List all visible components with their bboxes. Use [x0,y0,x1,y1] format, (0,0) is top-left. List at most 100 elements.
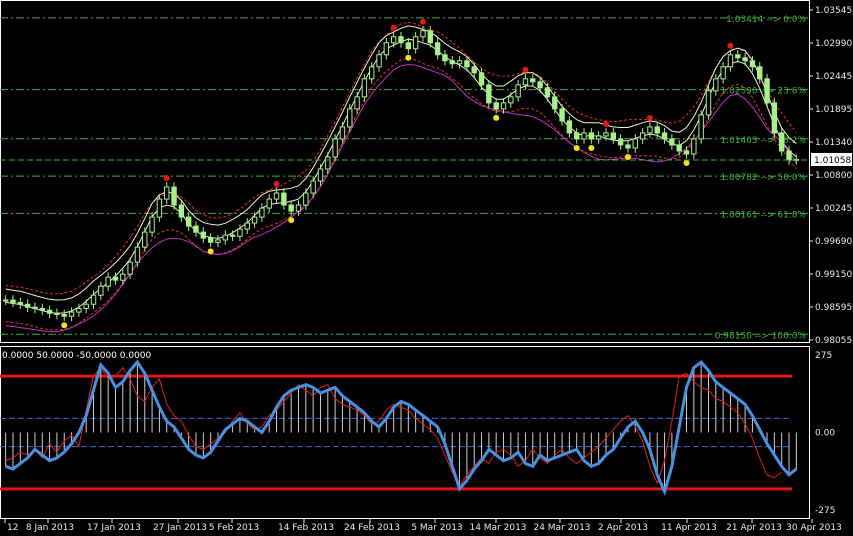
candle-body [369,66,375,80]
candle-body [54,312,60,315]
candle-body [149,216,155,233]
buy-signal-dot [207,248,214,255]
candle-body [325,156,331,170]
price-tick-label: 0.98595 [815,303,852,313]
sell-signal-dot [646,114,653,121]
buy-signal-dot [588,144,595,151]
candle-body [478,72,485,86]
time-tick-label: 5 Feb 2013 [209,523,259,533]
candle-body [98,285,104,296]
buy-signal-dot [624,153,631,160]
candle-body [200,231,207,239]
candle-body [500,102,507,110]
buy-signal-dot [683,159,690,166]
sell-signal-dot [163,175,170,182]
sell-signal-dot [390,24,397,31]
candle-body [46,309,53,314]
sell-signal-dot [727,42,734,49]
candle-body [273,192,280,200]
fib-level-label: 1.00782 --> 50.0% [720,173,806,183]
candle-body [405,42,412,50]
candle-body [244,222,250,230]
candle-body [683,150,690,155]
indicator-panel-frame [0,346,810,519]
candle-body [295,204,302,212]
buy-signal-dot [61,322,68,329]
candle-body [574,132,580,140]
indicator-axis: 275 0.00 -275 [815,351,835,516]
lower-envelope-line [5,57,797,331]
candle-body [90,294,97,305]
candle-body [193,225,199,233]
sell-signal-dot [522,66,529,73]
time-tick-label: 5 Mar 2013 [411,523,462,533]
candle-body [691,138,697,155]
candle-body [771,102,778,134]
candle-body [705,90,712,116]
candle-body [76,307,82,313]
candle-body [464,60,470,68]
candle-body [259,207,265,218]
buy-signal-dot [493,114,500,121]
candle-body [178,204,185,218]
candle-body [647,126,653,134]
price-tick-label: 1.00800 [815,171,852,181]
chart-canvas: 1.03414 --> 0.0%1.02590 --> 23.6%1.01403… [0,0,852,533]
candle-body [588,132,595,140]
time-tick-label: 8 Jan 2013 [26,523,74,533]
candle-body [376,54,382,68]
candle-body [720,66,726,80]
candle-body [595,135,602,140]
fib-level-label: 1.03414 --> 0.0% [726,15,806,25]
current-price-label: 1.01058 [814,156,851,166]
time-tick-label: 11 Apr 2013 [661,523,717,533]
candlesticks [2,25,800,322]
candle-body [229,234,236,237]
price-tick-label: 1.00245 [815,204,852,214]
candle-body [544,87,551,98]
candle-body [127,261,133,275]
lower-band-line [5,63,797,333]
candle-body [698,114,704,140]
candle-body [354,96,360,110]
price-tick-label: 1.02990 [815,39,852,49]
candle-body [112,276,119,281]
candle-body [786,150,792,161]
buy-signal-dot [405,54,412,61]
candle-body [449,60,455,65]
candle-body [142,231,148,248]
candle-body [617,138,624,146]
candle-body [207,237,214,243]
time-tick-label: 12 [7,523,18,533]
candle-body [164,186,170,200]
candle-body [347,108,353,128]
price-tick-label: 1.01895 [815,105,852,115]
candle-body [581,132,587,140]
time-tick-label: 30 Apr 2013 [786,523,842,533]
candle-body [390,36,397,44]
fib-level-label: 0.98150 --> 100.0% [715,331,807,341]
candle-body [735,54,741,59]
time-axis: 12 8 Jan 2013 17 Jan 2013 27 Jan 2013 5 Feb … [4,519,842,533]
candle-body [749,60,756,68]
fibonacci-levels: 1.03414 --> 0.0%1.02590 --> 23.6%1.01403… [0,15,809,341]
candle-body [39,307,45,311]
candle-body [2,299,9,302]
time-tick-label: 24 Feb 2013 [344,523,400,533]
candle-body [559,108,565,122]
candle-body [215,239,221,243]
candle-body [361,78,368,98]
candle-body [281,192,287,206]
candle-body [654,126,660,134]
candle-body [779,132,785,152]
candle-body [537,81,543,89]
time-tick-label: 24 Mar 2013 [533,523,590,533]
candle-body [266,198,272,209]
candle-body [515,84,521,98]
candle-body [288,204,294,212]
candle-body [32,306,38,309]
candle-body [676,144,682,152]
candle-body [742,57,748,62]
candle-body [493,102,499,110]
price-tick-label: 0.98055 [815,336,852,346]
